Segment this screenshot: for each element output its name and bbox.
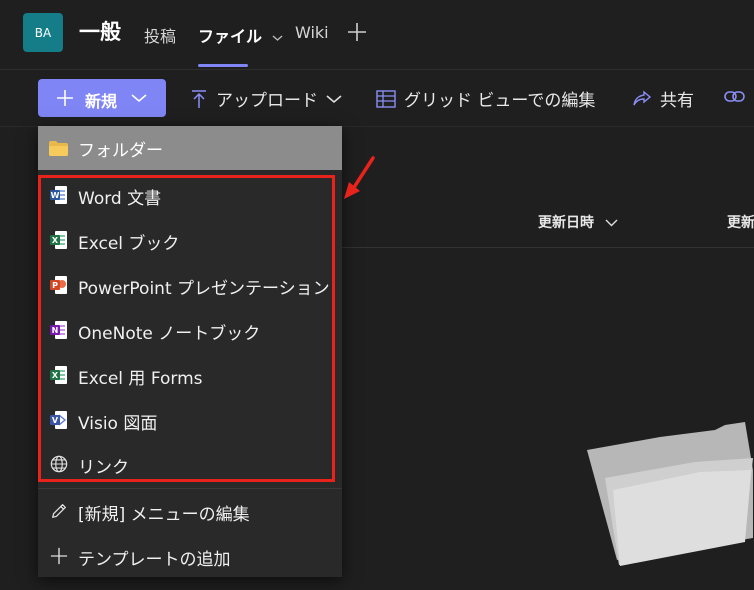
plus-icon: [50, 547, 68, 565]
tab-files-label: ファイル: [198, 27, 263, 46]
chevron-down-icon: [131, 94, 147, 103]
chevron-down-icon: [326, 94, 342, 103]
tab-files[interactable]: ファイル: [198, 23, 283, 47]
upload-icon: [192, 89, 206, 108]
app-header: BA 一般 投稿 ファイル Wiki: [0, 0, 754, 70]
empty-folder-illustration: [587, 422, 753, 566]
red-arrow-icon: [344, 156, 375, 199]
highlight-box: [38, 175, 335, 482]
upload-button[interactable]: アップロード: [190, 86, 342, 111]
chevron-down-icon: [272, 34, 283, 41]
modified-column-label: 更新日時: [538, 215, 594, 231]
menu-divider: [38, 488, 342, 489]
plus-icon: [57, 90, 73, 106]
chevron-down-icon: [605, 219, 618, 227]
modified-by-column-header[interactable]: 更新: [727, 212, 754, 232]
grid-icon: [376, 89, 396, 108]
new-button[interactable]: 新規: [38, 79, 166, 117]
team-avatar[interactable]: BA: [23, 13, 63, 52]
active-tab-indicator: [198, 64, 248, 67]
menu-item-add-template-label: テンプレートの追加: [78, 550, 231, 570]
add-tab-icon[interactable]: [345, 20, 369, 44]
pencil-icon: [52, 504, 66, 518]
share-label: 共有: [660, 91, 694, 111]
grid-view-edit-button[interactable]: グリッド ビューでの編集: [376, 86, 595, 111]
link-icon[interactable]: [724, 89, 746, 105]
menu-item-folder[interactable]: フォルダー: [38, 126, 342, 170]
upload-label: アップロード: [216, 91, 318, 111]
menu-item-add-template[interactable]: テンプレートの追加: [38, 534, 342, 578]
new-button-label: 新規: [85, 92, 118, 111]
modified-column-header[interactable]: 更新日時: [538, 212, 618, 232]
menu-item-edit-label: [新規] メニューの編集: [78, 505, 250, 525]
share-button[interactable]: 共有: [632, 86, 694, 111]
tab-wiki[interactable]: Wiki: [295, 23, 329, 42]
tab-posts[interactable]: 投稿: [144, 23, 176, 47]
channel-name: 一般: [79, 20, 121, 44]
menu-item-folder-label: フォルダー: [78, 141, 163, 161]
menu-item-edit-new-menu[interactable]: [新規] メニューの編集: [38, 489, 342, 533]
share-icon: [633, 90, 652, 105]
folder-icon: [49, 141, 68, 156]
grid-view-label: グリッド ビューでの編集: [404, 91, 596, 111]
